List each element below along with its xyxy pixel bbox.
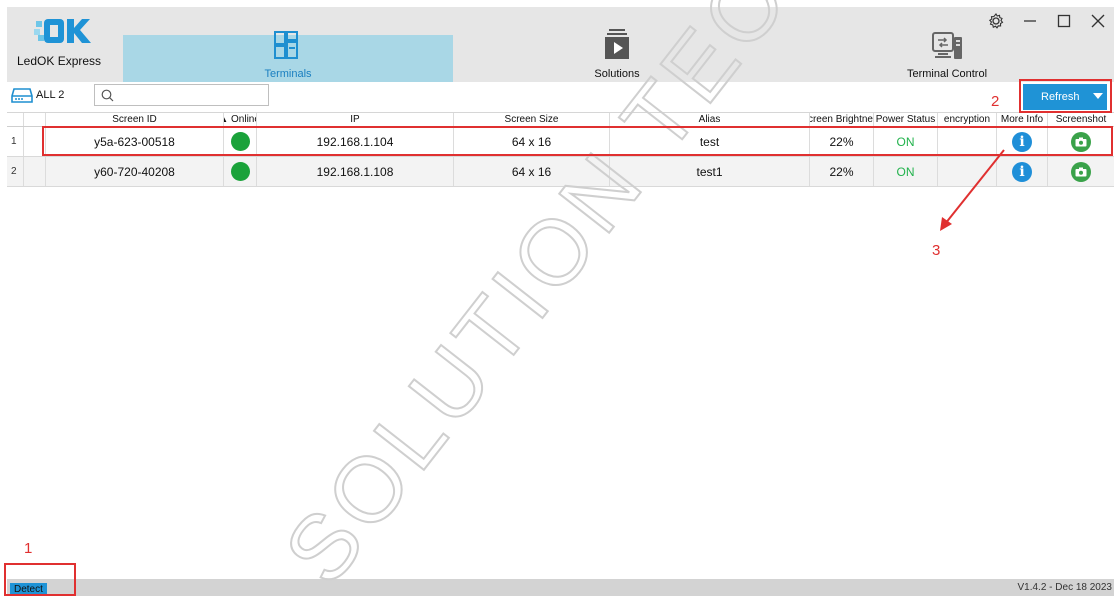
terminals-icon: [274, 31, 298, 59]
minimize-icon[interactable]: [1020, 11, 1040, 31]
top-navigation-bar: LedOK Express Terminals Solutions Termin…: [7, 7, 1114, 82]
refresh-area: Refresh: [1020, 82, 1110, 112]
header-alias-label: Alias: [698, 114, 721, 125]
header-encryption-label: encryption: [943, 114, 991, 125]
search-icon: [101, 89, 114, 102]
online-indicator-icon: [230, 132, 250, 151]
alias-cell[interactable]: test: [610, 127, 810, 156]
refresh-button[interactable]: Refresh: [1023, 84, 1107, 110]
screenshot-cell: [1048, 157, 1114, 186]
app-window: LedOK Express Terminals Solutions Termin…: [7, 7, 1114, 596]
header-online-label: Online: [231, 114, 256, 125]
ip-cell: 192.168.1.108: [257, 157, 454, 186]
info-icon[interactable]: i: [1012, 161, 1032, 182]
header-more-info-label: More Info: [1000, 114, 1044, 125]
table-row[interactable]: 1 y5a-623-00518 192.168.1.104 64 x 16 te…: [7, 127, 1114, 157]
header-brightness[interactable]: creen Brightne: [810, 113, 874, 126]
header-encryption[interactable]: encryption: [938, 113, 997, 126]
online-indicator-icon: [230, 162, 250, 181]
header-rownum: [7, 113, 24, 126]
screenshot-cell: [1048, 127, 1114, 156]
window-controls: [986, 9, 1108, 33]
annotation-number-3: 3: [932, 242, 941, 259]
alias-cell[interactable]: test1: [610, 157, 810, 186]
encryption-cell: [938, 127, 997, 156]
row-number: 1: [7, 127, 24, 156]
terminal-group-icon: [11, 88, 33, 103]
header-screen-id[interactable]: Screen ID: [46, 113, 224, 126]
status-bar: Detect V1.4.2 - Dec 18 2023: [7, 579, 1114, 596]
tab-terminals[interactable]: Terminals: [123, 31, 453, 82]
settings-icon[interactable]: [986, 11, 1006, 31]
tab-solutions[interactable]: Solutions: [547, 7, 687, 82]
online-status-cell: [224, 157, 257, 186]
tab-terminals-label: Terminals: [264, 68, 312, 80]
power-status-cell[interactable]: ON: [874, 127, 938, 156]
more-info-cell: i: [997, 157, 1048, 186]
header-screen-size-label: Screen Size: [504, 114, 559, 125]
header-power-status[interactable]: Power Status: [874, 113, 938, 126]
header-ip-label: IP: [350, 114, 360, 125]
brand: LedOK Express: [17, 17, 107, 77]
screen-size-cell: 64 x 16: [454, 157, 610, 186]
solutions-icon: [605, 29, 629, 59]
app-name: LedOK Express: [17, 54, 102, 68]
header-more-info[interactable]: More Info: [997, 113, 1048, 126]
screen-id-cell: y60-720-40208: [46, 157, 224, 186]
tab-terminal-control-label: Terminal Control: [906, 68, 988, 80]
detect-button[interactable]: Detect: [10, 583, 47, 596]
row-checkbox[interactable]: [24, 127, 46, 156]
info-icon[interactable]: i: [1012, 131, 1032, 152]
header-screen-size[interactable]: Screen Size: [454, 113, 610, 126]
header-online[interactable]: ▲ Online: [224, 113, 257, 126]
header-checkbox: [24, 113, 46, 126]
header-screenshot[interactable]: Screenshot: [1048, 113, 1114, 126]
camera-icon[interactable]: [1071, 161, 1091, 182]
camera-icon[interactable]: [1071, 131, 1091, 152]
brightness-cell[interactable]: 22%: [810, 127, 874, 156]
ip-cell: 192.168.1.104: [257, 127, 454, 156]
power-status-cell[interactable]: ON: [874, 157, 938, 186]
refresh-dropdown-icon[interactable]: [1093, 93, 1103, 99]
more-info-cell: i: [997, 127, 1048, 156]
header-screenshot-label: Screenshot: [1055, 114, 1107, 125]
header-ip[interactable]: IP: [257, 113, 454, 126]
screen-size-cell: 64 x 16: [454, 127, 610, 156]
sort-ascending-icon: ▲: [224, 115, 228, 124]
ledok-logo: [34, 19, 91, 43]
header-power-status-label: Power Status: [875, 114, 936, 125]
search-box: [94, 84, 269, 106]
online-status-cell: [224, 127, 257, 156]
close-icon[interactable]: [1088, 11, 1108, 31]
encryption-cell: [938, 157, 997, 186]
tab-solutions-label: Solutions: [594, 68, 640, 80]
table-row[interactable]: 2 y60-720-40208 192.168.1.108 64 x 16 te…: [7, 157, 1114, 187]
screen-id-cell: y5a-623-00518: [46, 127, 224, 156]
terminal-control-icon: [932, 32, 962, 59]
header-alias[interactable]: Alias: [610, 113, 810, 126]
header-screen-id-label: Screen ID: [112, 114, 157, 125]
toolbar: ALL 2 Refresh: [7, 82, 1114, 113]
all-terminals-filter[interactable]: ALL 2: [11, 86, 64, 104]
search-input[interactable]: [119, 86, 268, 106]
all-terminals-label: ALL 2: [36, 89, 65, 101]
version-label: V1.4.2 - Dec 18 2023: [1017, 582, 1112, 593]
terminals-table: Screen ID ▲ Online IP Screen Size Alias …: [7, 113, 1114, 187]
refresh-label: Refresh: [1041, 91, 1080, 103]
annotation-number-1: 1: [24, 540, 33, 557]
annotation-number-2: 2: [991, 93, 1000, 110]
header-brightness-label: creen Brightne: [810, 114, 873, 125]
row-checkbox[interactable]: [24, 157, 46, 186]
brightness-cell[interactable]: 22%: [810, 157, 874, 186]
row-number: 2: [7, 157, 24, 186]
table-header: Screen ID ▲ Online IP Screen Size Alias …: [7, 113, 1114, 127]
maximize-icon[interactable]: [1054, 11, 1074, 31]
